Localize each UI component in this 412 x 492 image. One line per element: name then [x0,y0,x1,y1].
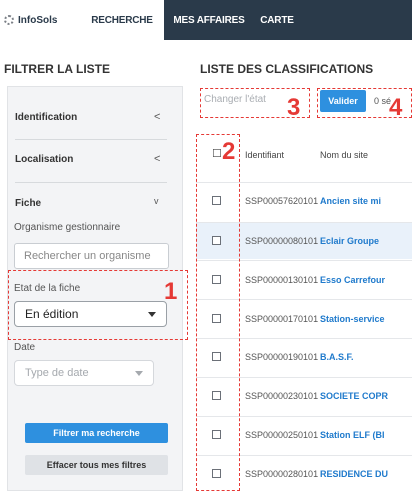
app-logo[interactable]: InfoSols [0,0,80,40]
column-header-id[interactable]: Identifiant [245,150,284,160]
cell-id: SSP00000230101 [245,391,319,401]
cell-name-link[interactable]: RESIDENCE DU [320,469,388,479]
accordion-identification[interactable]: Identification [15,112,77,123]
cell-id: SSP00000080101 [245,236,319,246]
list-title: LISTE DES CLASSIFICATIONS [200,62,374,76]
tab-recherche[interactable]: RECHERCHE [80,0,164,40]
cell-id: SSP00000190101 [245,352,319,362]
cell-id: SSP00000250101 [245,430,319,440]
column-header-name[interactable]: Nom du site [320,150,368,160]
annotation-box-1 [8,270,188,340]
logo-icon [4,15,14,25]
filter-title: FILTRER LA LISTE [4,62,110,76]
annotation-box-2 [196,134,240,491]
cell-name-link[interactable]: Station-service [320,314,385,324]
date-select[interactable]: Type de date [14,360,154,386]
divider [15,139,167,140]
cell-id: SSP00057620101 [245,196,319,206]
organisme-label: Organisme gestionnaire [14,222,121,233]
cell-name-link[interactable]: Ancien site mi [320,196,381,206]
logo-text: InfoSols [18,14,58,26]
accordion-localisation[interactable]: Localisation [15,154,73,165]
filter-apply-button[interactable]: Filtrer ma recherche [25,423,168,443]
clear-filters-button[interactable]: Effacer tous mes filtres [25,455,168,475]
top-navbar: InfoSols RECHERCHE MES AFFAIRES CARTE [0,0,412,40]
chevron-left-icon[interactable]: < [154,153,160,165]
cell-name-link[interactable]: Esso Carrefour [320,275,385,285]
annotation-number-2: 2 [222,138,236,165]
annotation-number-3: 3 [287,94,301,121]
chevron-left-icon[interactable]: < [154,111,160,123]
accordion-fiche[interactable]: Fiche [15,198,41,209]
chevron-down-icon[interactable]: v [154,196,159,206]
annotation-number-1: 1 [164,278,178,305]
organisme-search-input[interactable]: Rechercher un organisme [14,243,169,269]
divider [15,182,167,183]
cell-id: SSP00000130101 [245,275,319,285]
caret-down-icon [135,371,143,376]
date-value: Type de date [25,367,89,379]
date-label: Date [14,342,36,353]
tab-carte[interactable]: CARTE [252,0,302,40]
cell-name-link[interactable]: B.A.S.F. [320,352,354,362]
cell-name-link[interactable]: SOCIETE COPR [320,391,388,401]
tab-mes-affaires[interactable]: MES AFFAIRES [166,0,252,40]
cell-name-link[interactable]: Eclair Groupe [320,236,379,246]
cell-id: SSP00000280101 [245,469,319,479]
annotation-number-4: 4 [389,94,403,121]
cell-name-link[interactable]: Station ELF (BI [320,430,385,440]
cell-id: SSP00000170101 [245,314,319,324]
